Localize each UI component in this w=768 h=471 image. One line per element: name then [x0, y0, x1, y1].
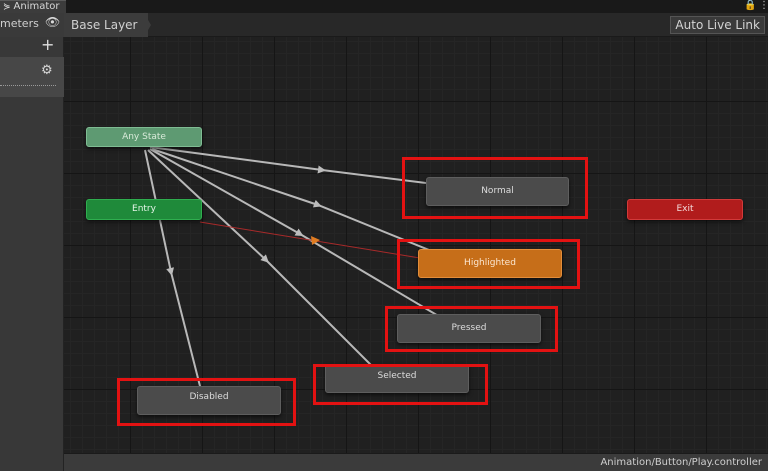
transition-any-to-disabled[interactable] [144, 149, 203, 395]
transition-any-to-selected[interactable] [147, 149, 383, 377]
highlight-box-normal [402, 157, 588, 219]
state-exit[interactable]: Exit [627, 199, 743, 220]
state-entry[interactable]: Entry [86, 199, 202, 220]
highlight-box-disabled [117, 378, 296, 426]
controller-path: Animation/Button/Play.controller [600, 457, 762, 468]
highlight-box-highlighted [397, 239, 580, 289]
status-bar: Animation/Button/Play.controller [64, 453, 768, 471]
highlight-box-pressed [385, 306, 558, 352]
state-any-state[interactable]: Any State [86, 127, 202, 147]
transition-entry-to-highlighted[interactable] [199, 221, 421, 259]
highlight-box-selected [313, 364, 488, 405]
